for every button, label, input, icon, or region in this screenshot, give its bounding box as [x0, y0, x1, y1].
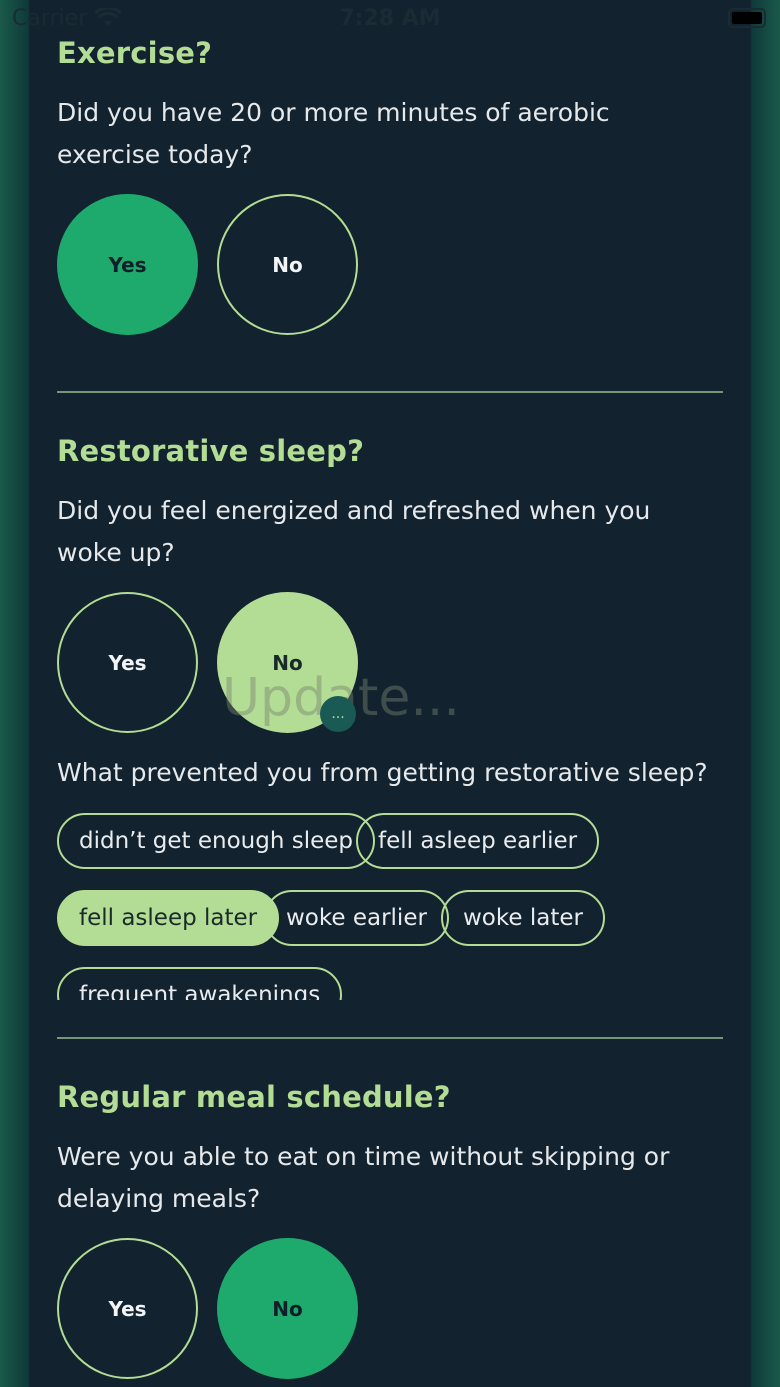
question-title-meal: Regular meal schedule?	[57, 1080, 451, 1114]
battery-icon	[728, 8, 766, 28]
exercise-no-button[interactable]: No	[217, 194, 358, 335]
meal-no-button[interactable]: No	[217, 1238, 358, 1379]
chip-overflow-clip: frequent awakenings	[40, 960, 740, 1000]
sleep-yes-button[interactable]: Yes	[57, 592, 198, 733]
meal-yes-button[interactable]: Yes	[57, 1238, 198, 1379]
exercise-yes-button[interactable]: Yes	[57, 194, 198, 335]
question-title-sleep: Restorative sleep?	[57, 434, 365, 468]
chip-woke-later[interactable]: woke later	[441, 890, 605, 946]
clock: 7:28 AM	[339, 6, 441, 31]
chip-frequent-awakenings[interactable]: frequent awakenings	[57, 967, 343, 1000]
question-title-exercise: Exercise?	[57, 36, 213, 70]
chip-fell-asleep-later[interactable]: fell asleep later	[57, 890, 280, 946]
question-desc-exercise: Did you have 20 or more minutes of aerob…	[57, 98, 610, 169]
status-bar: Carrier 7:28 AM	[0, 0, 780, 40]
question-desc-meal: Were you able to eat on time without ski…	[57, 1142, 670, 1213]
more-indicator-icon: ...	[320, 696, 356, 732]
question-desc-sleep: Did you feel energized and refreshed whe…	[57, 496, 651, 567]
chip-woke-earlier[interactable]: woke earlier	[264, 890, 449, 946]
divider	[57, 1037, 723, 1039]
divider	[57, 391, 723, 393]
sleep-followup-question: What prevented you from getting restorat…	[57, 758, 708, 787]
chip-fell-asleep-earlier[interactable]: fell asleep earlier	[356, 813, 600, 869]
chip-didnt-get-enough-sleep[interactable]: didn’t get enough sleep	[57, 813, 376, 869]
